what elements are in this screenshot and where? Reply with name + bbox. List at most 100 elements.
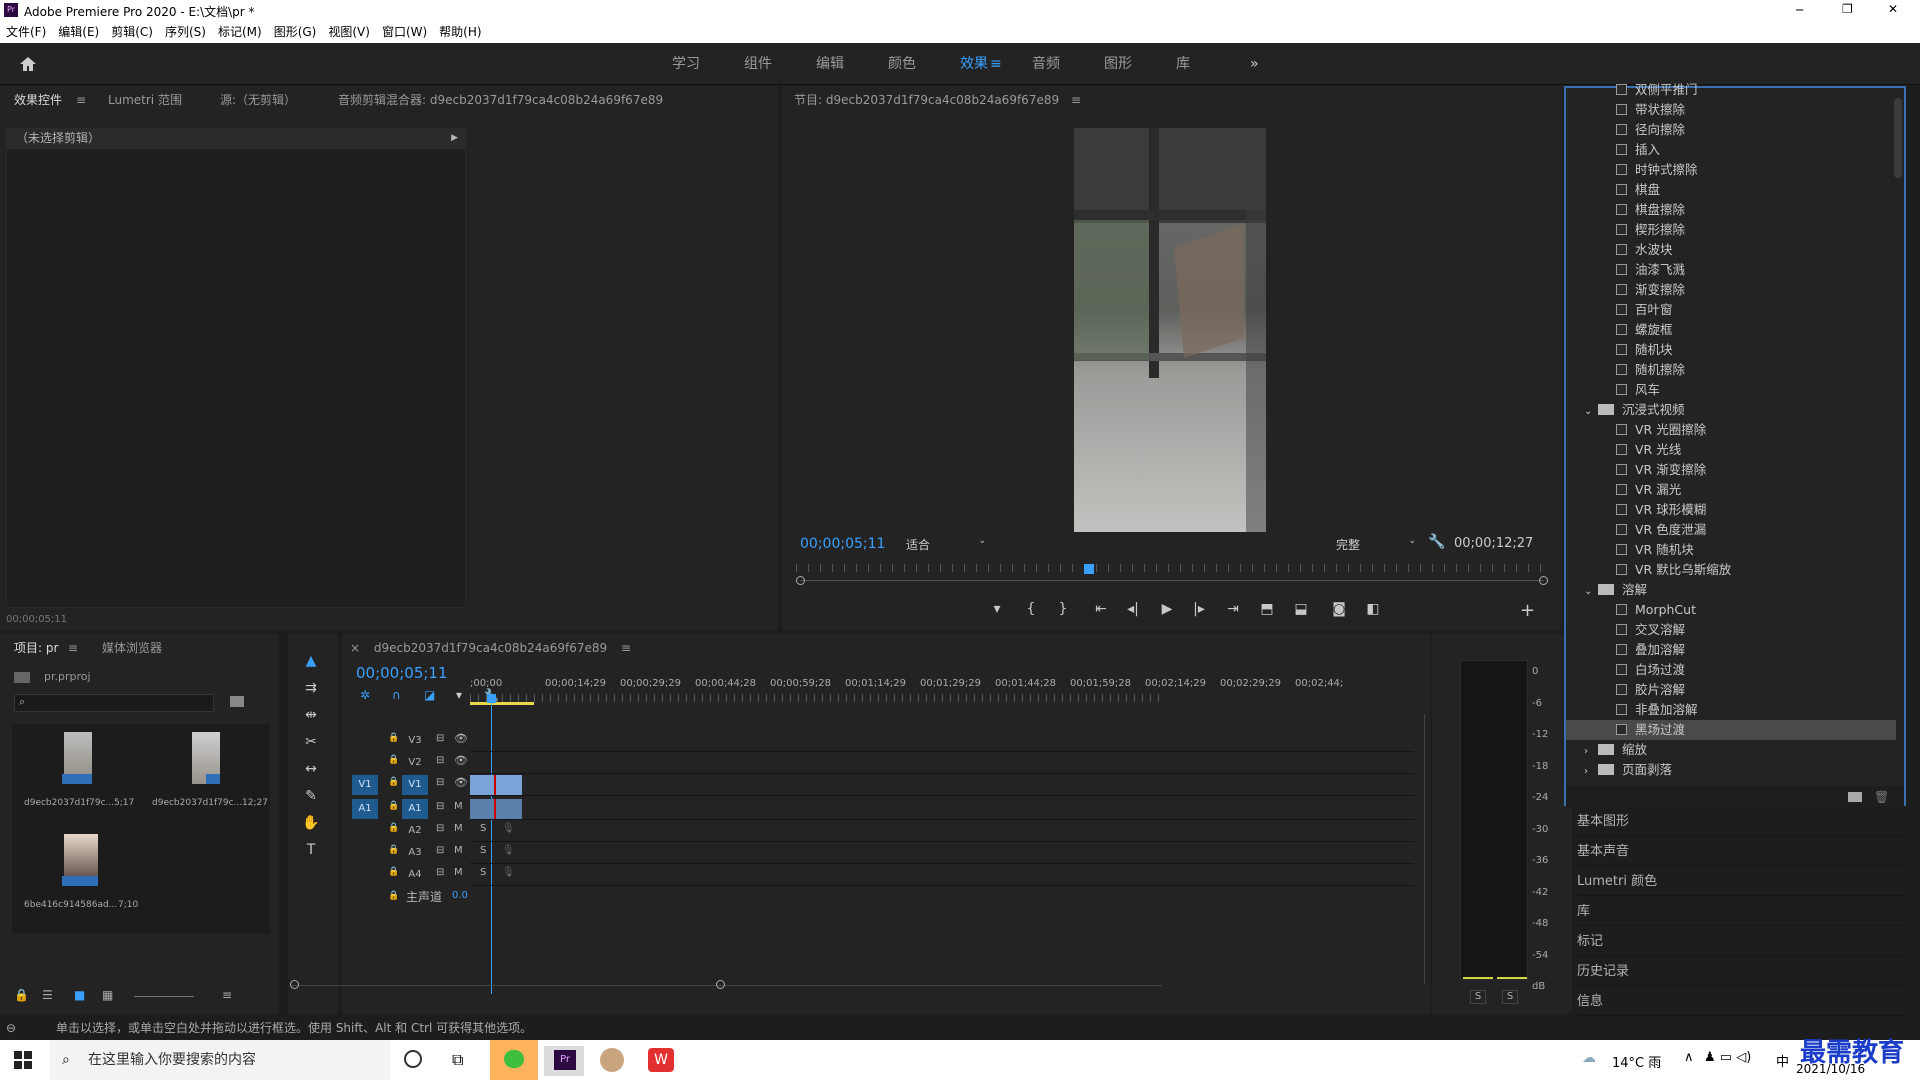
list-view-icon[interactable]: ☰ [42,988,53,1002]
razor-tool-icon[interactable]: ✂ [300,731,322,753]
project-item[interactable]: d9ecb2037d1f79c... 12;27 [142,726,268,826]
program-scrubber[interactable] [796,564,1548,588]
sync-lock-icon[interactable]: ⊟ [436,867,444,878]
menu-item[interactable]: 编辑(E) [58,22,99,43]
track-label[interactable]: A3 [402,843,428,863]
effect-item[interactable]: 带状擦除 [1566,100,1896,120]
track-label[interactable]: A4 [402,865,428,885]
workspace-menu-icon[interactable]: ≡ [990,43,1002,85]
solo-button[interactable]: S [480,823,486,834]
workspace-tab[interactable]: 音频 [1032,43,1060,85]
solo-button[interactable]: S [480,867,486,878]
effect-item[interactable]: VR 光线 [1566,440,1896,460]
right-panel-header[interactable]: 历史记录 [1577,958,1907,986]
wechat-icon[interactable] [490,1040,538,1080]
effect-item[interactable]: 交叉溶解 [1566,620,1896,640]
step-forward-icon[interactable]: |▸ [1188,598,1210,620]
lock-icon[interactable]: 🔒 [388,823,399,833]
effect-item[interactable]: 随机块 [1566,340,1896,360]
snap-icon[interactable]: ∩ [392,688,401,702]
solo-left-button[interactable]: S [1470,990,1486,1004]
vertical-scrollbar[interactable] [1420,714,1429,984]
horizontal-scrollbar[interactable] [290,980,1162,990]
audio-clip[interactable] [494,799,522,819]
effect-item[interactable]: VR 渐变擦除 [1566,460,1896,480]
lock-icon[interactable]: 🔒 [388,867,399,877]
effect-item[interactable]: 楔形擦除 [1566,220,1896,240]
track-label[interactable]: A1 [402,799,428,819]
workspace-tab[interactable]: 库 [1176,43,1190,85]
project-tab[interactable]: 媒体浏览器 [102,634,162,662]
source-tab[interactable]: 音频剪辑混合器: d9ecb2037d1f79ca4c08b24a69f67e8… [338,86,663,114]
ripple-edit-tool-icon[interactable]: ⇹ [300,704,322,726]
quality-dropdown[interactable]: 完整 ⌄ [1336,536,1416,554]
effect-item[interactable]: 水波块 [1566,240,1896,260]
effect-item[interactable]: 径向擦除 [1566,120,1896,140]
work-area-bar[interactable] [470,702,534,705]
mic-icon[interactable]: 🎙 [502,867,515,878]
track-label[interactable]: V1 [402,775,428,795]
delete-icon[interactable]: 🗑 [1874,790,1889,804]
maximize-button[interactable]: ❐ [1842,2,1853,16]
scroll-handle-right[interactable] [716,980,725,989]
effect-item[interactable]: 双侧平推门 [1566,80,1896,100]
sync-lock-icon[interactable]: ⊟ [436,733,444,744]
effect-item[interactable]: VR 光圈擦除 [1566,420,1896,440]
start-windows-icon[interactable] [14,1051,32,1069]
panel-menu-icon[interactable]: ≡ [68,634,78,662]
workspace-tab[interactable]: 效果 [960,43,988,85]
effect-item[interactable]: 螺旋框 [1566,320,1896,340]
task-view-icon[interactable]: ⧉ [452,1050,463,1070]
source-tab[interactable]: 源:（无剪辑） [220,86,296,114]
project-tab[interactable]: 项目: pr [14,634,58,662]
add-button[interactable]: + [1520,600,1535,621]
nest-icon[interactable]: ✲ [360,688,370,702]
mute-button[interactable]: M [454,823,463,834]
effect-item[interactable]: 百叶窗 [1566,300,1896,320]
menu-item[interactable]: 窗口(W) [382,22,427,43]
solo-button[interactable]: S [480,845,486,856]
workspace-tab[interactable]: 图形 [1104,43,1132,85]
effect-item[interactable]: 油漆飞溅 [1566,260,1896,280]
right-panel-header[interactable]: 库 [1577,898,1907,926]
eye-icon[interactable]: 👁 [454,776,468,789]
lock-icon[interactable]: 🔒 [388,755,399,765]
hand-tool-icon[interactable]: ✋ [300,812,322,834]
zoom-slider[interactable] [134,996,194,997]
effect-item[interactable]: VR 漏光 [1566,480,1896,500]
effect-item[interactable]: 随机擦除 [1566,360,1896,380]
effect-item[interactable]: VR 默比乌斯缩放 [1566,560,1896,580]
minimize-button[interactable]: ─ [1796,3,1803,17]
mic-icon[interactable]: 🎙 [502,845,515,856]
selection-tool-icon[interactable]: ▲ [300,650,322,672]
eye-icon[interactable]: 👁 [454,732,468,745]
effect-item[interactable]: VR 随机块 [1566,540,1896,560]
mute-button[interactable]: M [454,801,463,812]
add-marker-icon[interactable]: ▾ [986,598,1008,620]
mic-icon[interactable]: 🎙 [502,823,515,834]
effect-item[interactable]: 棋盘擦除 [1566,200,1896,220]
mute-button[interactable]: M [454,845,463,856]
scrubber-end-handle[interactable] [1539,576,1548,585]
effect-item[interactable]: 棋盘 [1566,180,1896,200]
chevron-down-icon[interactable]: ⌄ [1584,402,1598,422]
lock-icon[interactable]: 🔒 [388,733,399,743]
effect-item[interactable]: 风车 [1566,380,1896,400]
effects-scrollbar[interactable] [1894,98,1902,178]
workspace-tab[interactable]: 编辑 [816,43,844,85]
source-tab[interactable]: Lumetri 范围 [108,86,182,114]
home-icon[interactable] [18,54,38,74]
source-patch-a1[interactable]: A1 [352,799,378,819]
effect-item[interactable]: 白场过渡 [1566,660,1896,680]
effect-item[interactable]: 插入 [1566,140,1896,160]
wrench-icon[interactable]: 🔧 [1428,534,1445,550]
effects-folder[interactable]: ⌄ 沉浸式视频 [1566,400,1896,420]
fit-dropdown[interactable]: 适合 ⌄ [906,536,986,554]
lock-icon[interactable]: 🔒 [388,801,399,811]
lock-icon[interactable]: 🔒 [14,988,29,1002]
extract-icon[interactable]: ⬓ [1290,598,1312,620]
add-marker-icon[interactable]: ▾ [456,688,462,702]
menu-item[interactable]: 序列(S) [165,22,206,43]
track-label[interactable]: V3 [402,731,428,751]
sync-lock-icon[interactable]: ⊟ [436,823,444,834]
